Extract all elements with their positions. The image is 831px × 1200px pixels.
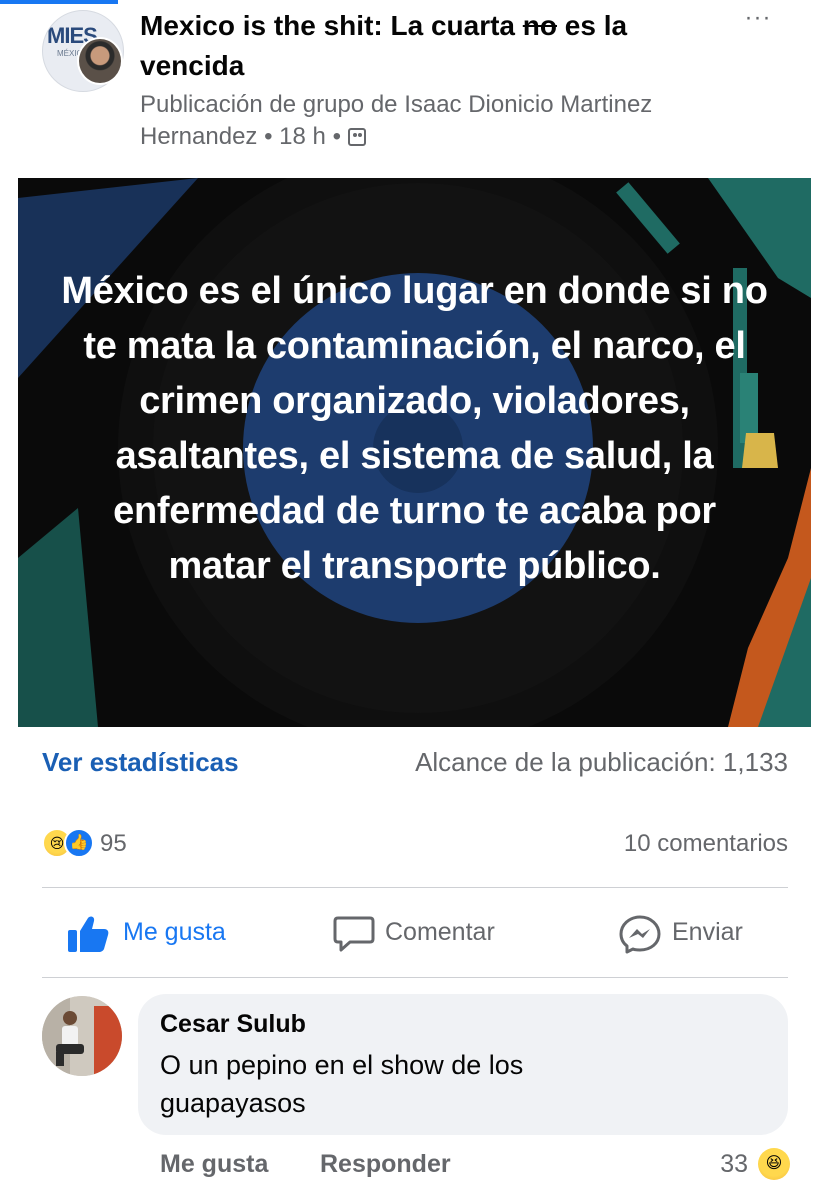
haha-reaction-icon[interactable]: 😆 bbox=[758, 1148, 790, 1180]
more-options-icon[interactable]: ··· bbox=[738, 6, 778, 32]
send-button[interactable]: Enviar bbox=[618, 914, 743, 954]
like-label: Me gusta bbox=[123, 918, 226, 946]
comment-button[interactable]: Comentar bbox=[332, 914, 495, 954]
post-actions: Me gusta Comentar Enviar bbox=[42, 900, 788, 966]
like-reaction-icon: 👍 bbox=[64, 828, 94, 858]
view-insights-link[interactable]: Ver estadísticas bbox=[42, 747, 239, 778]
divider bbox=[42, 977, 788, 978]
meta-author-cont[interactable]: Hernandez bbox=[140, 123, 257, 150]
messenger-icon bbox=[619, 915, 661, 954]
group-icon bbox=[347, 128, 366, 146]
post-title-struck: no bbox=[522, 10, 557, 41]
comment-reaction-count[interactable]: 33 bbox=[720, 1150, 748, 1179]
thumbs-up-icon bbox=[68, 916, 109, 952]
comment-bubble[interactable]: Cesar Sulub O un pepino en el show de lo… bbox=[138, 994, 788, 1135]
commenter-avatar[interactable] bbox=[42, 996, 122, 1076]
post-title[interactable]: Mexico is the shit: La cuarta no es la v… bbox=[140, 6, 720, 86]
author-avatar[interactable] bbox=[77, 37, 123, 85]
like-button[interactable]: Me gusta bbox=[66, 914, 226, 954]
comment-like-button[interactable]: Me gusta bbox=[160, 1150, 268, 1179]
comment-reply-button[interactable]: Responder bbox=[320, 1150, 451, 1179]
image-quote-text: México es el único lugar en donde si no … bbox=[61, 270, 768, 587]
comment-actions: Me gusta Responder 33 😆 bbox=[160, 1148, 790, 1184]
meta-separator: • bbox=[264, 123, 273, 150]
comments-count[interactable]: 10 comentarios bbox=[624, 830, 788, 858]
commenter-photo bbox=[42, 996, 122, 1076]
post-header: MIES MÉXIC Mexico is the shit: La cuarta… bbox=[0, 0, 831, 178]
send-label: Enviar bbox=[672, 918, 743, 946]
meta-separator: • bbox=[332, 123, 341, 150]
comment-author[interactable]: Cesar Sulub bbox=[160, 1010, 306, 1039]
comment-text: O un pepino en el show de los guapayasos bbox=[160, 1050, 524, 1118]
meta-author[interactable]: Publicación de grupo de Isaac Dionicio M… bbox=[140, 91, 652, 118]
meta-time[interactable]: 18 h bbox=[279, 123, 326, 150]
stats-row: Ver estadísticas Alcance de la publicaci… bbox=[42, 745, 788, 785]
comment-label: Comentar bbox=[385, 918, 495, 946]
reaction-count[interactable]: 95 bbox=[100, 830, 127, 858]
speech-bubble-icon bbox=[333, 916, 375, 952]
post-meta: Publicación de grupo de Isaac Dionicio M… bbox=[140, 89, 760, 153]
divider bbox=[42, 887, 788, 888]
post-title-part: Mexico is the shit: La cuarta bbox=[140, 10, 523, 41]
reactions-summary[interactable]: 😢 👍 95 10 comentarios bbox=[42, 826, 788, 862]
post-reach: Alcance de la publicación: 1,133 bbox=[415, 747, 788, 777]
post-image[interactable]: México es el único lugar en donde si no … bbox=[18, 178, 811, 727]
